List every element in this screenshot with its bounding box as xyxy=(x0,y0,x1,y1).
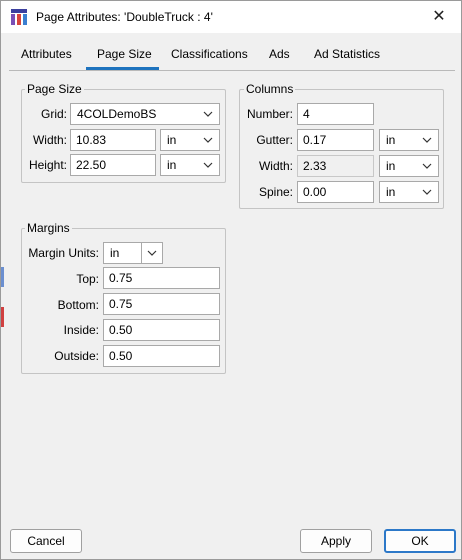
gutter-input[interactable]: 0.17 xyxy=(297,129,374,151)
margin-inside-label: Inside: xyxy=(63,323,99,337)
margin-units-value: in xyxy=(110,246,120,260)
close-icon: ✕ xyxy=(432,8,446,25)
margin-top-input[interactable]: 0.75 xyxy=(103,267,220,289)
page-attributes-dialog: Page Attributes: 'DoubleTruck : 4' ✕ Att… xyxy=(0,0,462,560)
window-title: Page Attributes: 'DoubleTruck : 4' xyxy=(36,10,213,24)
margin-outside-input[interactable]: 0.50 xyxy=(103,345,220,367)
tab-ads[interactable]: Ads xyxy=(269,47,290,61)
page-width-unit-value: in xyxy=(167,133,177,147)
column-width-label: Width: xyxy=(258,159,293,173)
chevron-down-icon xyxy=(147,250,157,256)
tab-bar: Attributes Page Size Classifications Ads… xyxy=(1,33,461,71)
margin-units-select[interactable]: in xyxy=(103,242,163,264)
page-height-unit-select[interactable]: in xyxy=(160,154,220,176)
column-width-unit-select[interactable]: in xyxy=(379,155,439,177)
page-height-label: Height: xyxy=(28,158,67,172)
columns-group-title: Columns xyxy=(244,82,296,96)
chevron-down-icon xyxy=(422,137,432,143)
cancel-button[interactable]: Cancel xyxy=(10,529,82,553)
column-width-unit-value: in xyxy=(386,159,396,173)
column-number-input[interactable]: 4 xyxy=(297,103,374,125)
chevron-down-icon xyxy=(203,111,213,117)
page-width-input[interactable]: 10.83 xyxy=(70,129,156,151)
gutter-label: Gutter: xyxy=(256,133,293,147)
tab-divider xyxy=(9,70,455,71)
chevron-down-icon xyxy=(203,137,213,143)
close-button[interactable]: ✕ xyxy=(423,5,455,29)
grid-select-value: 4COLDemoBS xyxy=(77,107,157,121)
edge-marker-red xyxy=(1,307,4,327)
page-height-input[interactable]: 22.50 xyxy=(70,154,156,176)
margins-group-title: Margins xyxy=(25,221,72,235)
margin-inside-input[interactable]: 0.50 xyxy=(103,319,220,341)
margin-outside-label: Outside: xyxy=(54,349,99,363)
page-height-unit-value: in xyxy=(167,158,177,172)
spine-unit-select[interactable]: in xyxy=(379,181,439,203)
page-width-unit-select[interactable]: in xyxy=(160,129,220,151)
gutter-unit-value: in xyxy=(386,133,396,147)
margin-units-dropdown-toggle[interactable] xyxy=(141,243,162,263)
page-size-group-title: Page Size xyxy=(25,82,84,96)
title-bar: Page Attributes: 'DoubleTruck : 4' ✕ xyxy=(1,1,461,33)
margin-bottom-label: Bottom: xyxy=(57,298,99,312)
tab-page-size[interactable]: Page Size xyxy=(97,47,152,61)
tab-ad-statistics[interactable]: Ad Statistics xyxy=(314,47,380,61)
grid-select[interactable]: 4COLDemoBS xyxy=(70,103,220,125)
spine-unit-value: in xyxy=(386,185,396,199)
tab-attributes[interactable]: Attributes xyxy=(21,47,72,61)
chevron-down-icon xyxy=(203,162,213,168)
margin-top-label: Top: xyxy=(76,272,99,286)
column-width-value: 2.33 xyxy=(297,155,374,177)
edge-marker-blue xyxy=(1,267,4,287)
margin-bottom-input[interactable]: 0.75 xyxy=(103,293,220,315)
tab-classifications[interactable]: Classifications xyxy=(171,47,248,61)
gutter-unit-select[interactable]: in xyxy=(379,129,439,151)
column-number-label: Number: xyxy=(246,107,293,121)
page-attributes-app-icon xyxy=(11,9,27,25)
margin-units-label: Margin Units: xyxy=(28,246,99,260)
spine-input[interactable]: 0.00 xyxy=(297,181,374,203)
ok-button[interactable]: OK xyxy=(384,529,456,553)
chevron-down-icon xyxy=(422,189,432,195)
grid-label: Grid: xyxy=(40,107,67,121)
apply-button[interactable]: Apply xyxy=(300,529,372,553)
page-width-label: Width: xyxy=(32,133,67,147)
spine-label: Spine: xyxy=(258,185,293,199)
chevron-down-icon xyxy=(422,163,432,169)
